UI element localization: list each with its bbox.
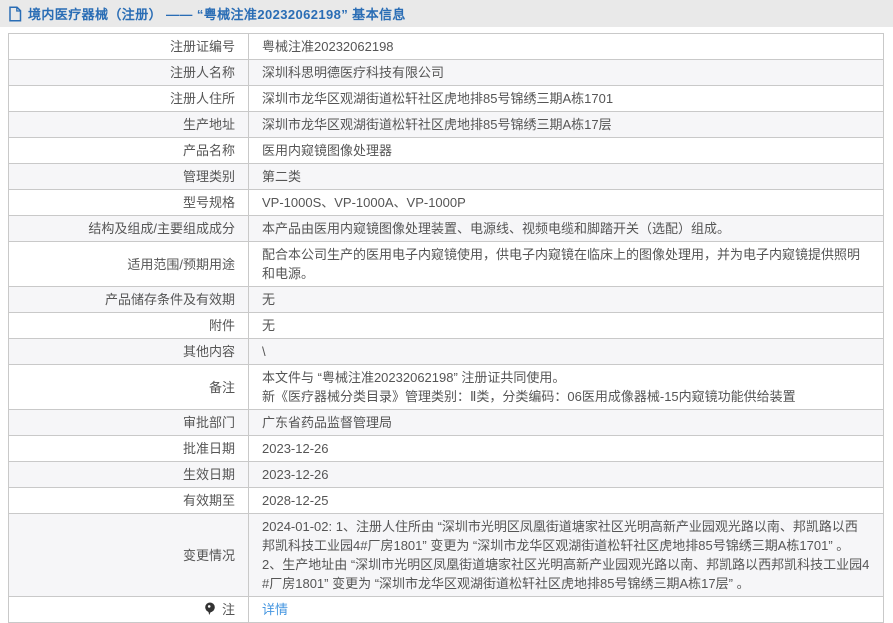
row-label-text: 型号规格 [183, 195, 235, 210]
row-value: 配合本公司生产的医用电子内窥镜使用，供电子内窥镜在临床上的图像处理用，并为电子内… [249, 242, 884, 287]
document-icon [8, 6, 22, 22]
row-label-text: 生产地址 [183, 117, 235, 132]
row-value: 2024-01-02: 1、注册人住所由 “深圳市光明区凤凰街道塘家社区光明高新… [249, 514, 884, 597]
row-label-text: 生效日期 [183, 467, 235, 482]
table-row: 其他内容 \ [9, 339, 884, 365]
row-label: 有效期至 [9, 488, 249, 514]
row-label-text: 注册人名称 [170, 65, 235, 80]
row-label-text: 产品储存条件及有效期 [105, 292, 235, 307]
page-header: 境内医疗器械（注册） —— “粤械注准20232062198” 基本信息 [0, 0, 893, 27]
row-label: 生产地址 [9, 112, 249, 138]
row-label: 管理类别 [9, 164, 249, 190]
row-value: 第二类 [249, 164, 884, 190]
row-value: 深圳市龙华区观湖街道松轩社区虎地排85号锦绣三期A栋1701 [249, 86, 884, 112]
table-row: 审批部门 广东省药品监督管理局 [9, 410, 884, 436]
row-label-text: 其他内容 [183, 344, 235, 359]
row-label: 批准日期 [9, 436, 249, 462]
row-value: 2023-12-26 [249, 436, 884, 462]
table-row: 产品储存条件及有效期 无 [9, 287, 884, 313]
table-row: 注册证编号 粤械注准20232062198 [9, 34, 884, 60]
row-value: 医用内窥镜图像处理器 [249, 138, 884, 164]
table-row: 型号规格 VP-1000S、VP-1000A、VP-1000P [9, 190, 884, 216]
row-label-text: 适用范围/预期用途 [127, 257, 235, 272]
row-label: 注册证编号 [9, 34, 249, 60]
row-label: 审批部门 [9, 410, 249, 436]
registration-info-table: 注册证编号 粤械注准20232062198 注册人名称 深圳科思明德医疗科技有限… [8, 33, 884, 623]
table-row: 附件 无 [9, 313, 884, 339]
row-label-text: 有效期至 [183, 493, 235, 508]
table-row: 注 详情 [9, 597, 884, 623]
row-label: 注册人名称 [9, 60, 249, 86]
table-row: 变更情况 2024-01-02: 1、注册人住所由 “深圳市光明区凤凰街道塘家社… [9, 514, 884, 597]
row-value: VP-1000S、VP-1000A、VP-1000P [249, 190, 884, 216]
table-row: 管理类别 第二类 [9, 164, 884, 190]
row-label-text: 变更情况 [183, 548, 235, 563]
details-link[interactable]: 详情 [262, 602, 288, 617]
row-label-text: 注册证编号 [170, 39, 235, 54]
row-label: 结构及组成/主要组成成分 [9, 216, 249, 242]
note-balloon-icon [204, 602, 216, 616]
table-row: 批准日期 2023-12-26 [9, 436, 884, 462]
row-label-text: 注 [222, 602, 235, 617]
table-row: 备注 本文件与 “粤械注准20232062198” 注册证共同使用。 新《医疗器… [9, 365, 884, 410]
row-value: 深圳科思明德医疗科技有限公司 [249, 60, 884, 86]
table-row: 生产地址 深圳市龙华区观湖街道松轩社区虎地排85号锦绣三期A栋17层 [9, 112, 884, 138]
table-row: 注册人名称 深圳科思明德医疗科技有限公司 [9, 60, 884, 86]
row-label: 型号规格 [9, 190, 249, 216]
row-label: 备注 [9, 365, 249, 410]
row-label-text: 审批部门 [183, 415, 235, 430]
table-row: 生效日期 2023-12-26 [9, 462, 884, 488]
row-label: 其他内容 [9, 339, 249, 365]
table-row: 注册人住所 深圳市龙华区观湖街道松轩社区虎地排85号锦绣三期A栋1701 [9, 86, 884, 112]
row-value: 无 [249, 287, 884, 313]
row-label: 注册人住所 [9, 86, 249, 112]
row-value: 广东省药品监督管理局 [249, 410, 884, 436]
row-value: 本产品由医用内窥镜图像处理装置、电源线、视频电缆和脚踏开关（选配）组成。 [249, 216, 884, 242]
table-row: 产品名称 医用内窥镜图像处理器 [9, 138, 884, 164]
row-value: \ [249, 339, 884, 365]
row-label: 产品储存条件及有效期 [9, 287, 249, 313]
row-value: 深圳市龙华区观湖街道松轩社区虎地排85号锦绣三期A栋17层 [249, 112, 884, 138]
row-label: 产品名称 [9, 138, 249, 164]
row-label-text: 备注 [209, 380, 235, 395]
table-row: 适用范围/预期用途 配合本公司生产的医用电子内窥镜使用，供电子内窥镜在临床上的图… [9, 242, 884, 287]
row-label-text: 产品名称 [183, 143, 235, 158]
row-label: 附件 [9, 313, 249, 339]
table-row: 结构及组成/主要组成成分 本产品由医用内窥镜图像处理装置、电源线、视频电缆和脚踏… [9, 216, 884, 242]
row-label: 变更情况 [9, 514, 249, 597]
row-label-text: 结构及组成/主要组成成分 [88, 221, 235, 236]
row-label-text: 管理类别 [183, 169, 235, 184]
page-title: 境内医疗器械（注册） —— “粤械注准20232062198” 基本信息 [28, 4, 406, 23]
row-value: 2028-12-25 [249, 488, 884, 514]
row-label: 注 [9, 597, 249, 623]
table-row: 有效期至 2028-12-25 [9, 488, 884, 514]
row-value: 详情 [249, 597, 884, 623]
row-value: 2023-12-26 [249, 462, 884, 488]
row-value: 本文件与 “粤械注准20232062198” 注册证共同使用。 新《医疗器械分类… [249, 365, 884, 410]
row-label-text: 批准日期 [183, 441, 235, 456]
row-label-text: 注册人住所 [170, 91, 235, 106]
row-label: 适用范围/预期用途 [9, 242, 249, 287]
row-label-text: 附件 [209, 318, 235, 333]
row-label: 生效日期 [9, 462, 249, 488]
row-value: 无 [249, 313, 884, 339]
row-value: 粤械注准20232062198 [249, 34, 884, 60]
